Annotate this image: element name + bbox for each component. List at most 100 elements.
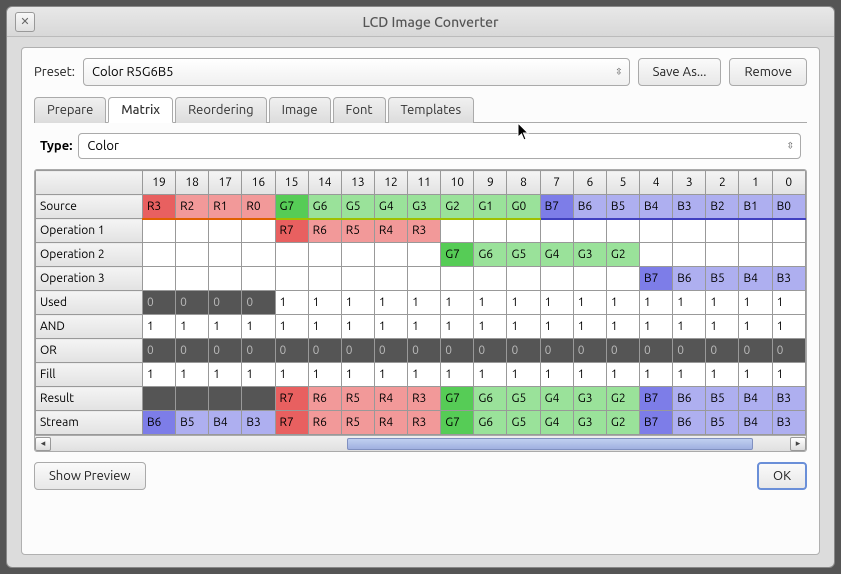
matrix-cell[interactable]: 1: [474, 363, 507, 387]
matrix-cell[interactable]: 0: [540, 339, 573, 363]
matrix-cell[interactable]: [706, 243, 739, 267]
matrix-cell[interactable]: R6: [308, 387, 341, 411]
matrix-cell[interactable]: R3: [408, 219, 441, 243]
matrix-cell[interactable]: R6: [308, 219, 341, 243]
matrix-cell[interactable]: R4: [374, 411, 407, 435]
matrix-cell[interactable]: 1: [242, 363, 275, 387]
matrix-cell[interactable]: 1: [142, 363, 175, 387]
matrix-cell[interactable]: B7: [640, 387, 673, 411]
matrix-cell[interactable]: B6: [673, 387, 706, 411]
matrix-cell[interactable]: B3: [772, 267, 805, 291]
ok-button[interactable]: OK: [757, 462, 807, 490]
matrix-cell[interactable]: 1: [275, 291, 308, 315]
preset-combo[interactable]: Color R5G6B5 ⇳: [83, 58, 630, 86]
matrix-cell[interactable]: [739, 219, 772, 243]
scroll-left-icon[interactable]: ◂: [35, 437, 51, 451]
matrix-cell[interactable]: 1: [275, 363, 308, 387]
matrix-cell[interactable]: B4: [209, 411, 242, 435]
column-header[interactable]: 18: [176, 171, 209, 195]
matrix-cell[interactable]: B7: [640, 411, 673, 435]
matrix-cell[interactable]: 1: [142, 315, 175, 339]
matrix-cell[interactable]: 0: [772, 339, 805, 363]
matrix-cell[interactable]: B5: [176, 411, 209, 435]
column-header[interactable]: 19: [142, 171, 175, 195]
matrix-cell[interactable]: 0: [142, 339, 175, 363]
matrix-cell[interactable]: G0: [507, 195, 540, 219]
matrix-cell[interactable]: G5: [507, 411, 540, 435]
matrix-cell[interactable]: G5: [507, 387, 540, 411]
matrix-cell[interactable]: R4: [374, 219, 407, 243]
matrix-cell[interactable]: 1: [474, 315, 507, 339]
matrix-cell[interactable]: [640, 219, 673, 243]
matrix-cell[interactable]: 1: [606, 363, 639, 387]
matrix-cell[interactable]: 1: [341, 291, 374, 315]
matrix-cell[interactable]: [408, 267, 441, 291]
matrix-cell[interactable]: 1: [507, 363, 540, 387]
matrix-cell[interactable]: B3: [673, 195, 706, 219]
matrix-cell[interactable]: 1: [341, 315, 374, 339]
matrix-cell[interactable]: 1: [673, 315, 706, 339]
matrix-cell[interactable]: R3: [408, 387, 441, 411]
matrix-cell[interactable]: R3: [408, 411, 441, 435]
column-header[interactable]: 0: [772, 171, 805, 195]
matrix-cell[interactable]: G4: [540, 387, 573, 411]
matrix-cell[interactable]: 1: [573, 291, 606, 315]
matrix-cell[interactable]: 1: [673, 363, 706, 387]
matrix-cell[interactable]: 1: [176, 315, 209, 339]
matrix-cell[interactable]: R5: [341, 411, 374, 435]
matrix-cell[interactable]: [242, 267, 275, 291]
matrix-cell[interactable]: 0: [242, 339, 275, 363]
matrix-cell[interactable]: R0: [242, 195, 275, 219]
matrix-cell[interactable]: 0: [242, 291, 275, 315]
matrix-cell[interactable]: B2: [706, 195, 739, 219]
matrix-cell[interactable]: [606, 267, 639, 291]
matrix-cell[interactable]: G7: [441, 411, 474, 435]
matrix-cell[interactable]: G5: [341, 195, 374, 219]
matrix-cell[interactable]: B7: [640, 267, 673, 291]
matrix-cell[interactable]: [474, 267, 507, 291]
matrix-cell[interactable]: [341, 243, 374, 267]
matrix-cell[interactable]: G4: [374, 195, 407, 219]
matrix-cell[interactable]: 0: [176, 339, 209, 363]
column-header[interactable]: 4: [640, 171, 673, 195]
matrix-cell[interactable]: [275, 267, 308, 291]
matrix-cell[interactable]: 1: [374, 315, 407, 339]
matrix-cell[interactable]: [142, 243, 175, 267]
matrix-cell[interactable]: [176, 243, 209, 267]
matrix-cell[interactable]: 1: [739, 291, 772, 315]
column-header[interactable]: 16: [242, 171, 275, 195]
column-header[interactable]: 11: [408, 171, 441, 195]
save-as-button[interactable]: Save As...: [638, 58, 722, 86]
column-header[interactable]: 7: [540, 171, 573, 195]
remove-button[interactable]: Remove: [729, 58, 807, 86]
matrix-cell[interactable]: 1: [507, 315, 540, 339]
matrix-cell[interactable]: R1: [209, 195, 242, 219]
matrix-cell[interactable]: R5: [341, 219, 374, 243]
matrix-cell[interactable]: [308, 243, 341, 267]
matrix-cell[interactable]: G3: [573, 243, 606, 267]
matrix-cell[interactable]: 0: [441, 339, 474, 363]
matrix-cell[interactable]: R3: [142, 195, 175, 219]
matrix-cell[interactable]: 1: [573, 363, 606, 387]
matrix-cell[interactable]: [673, 243, 706, 267]
row-header[interactable]: Fill: [36, 363, 143, 387]
matrix-cell[interactable]: G5: [507, 243, 540, 267]
column-header[interactable]: 8: [507, 171, 540, 195]
matrix-cell[interactable]: [142, 267, 175, 291]
matrix-cell[interactable]: [706, 219, 739, 243]
matrix-cell[interactable]: B0: [772, 195, 805, 219]
matrix-cell[interactable]: 0: [573, 339, 606, 363]
matrix-cell[interactable]: [739, 243, 772, 267]
matrix-cell[interactable]: [142, 219, 175, 243]
matrix-cell[interactable]: 1: [772, 315, 805, 339]
matrix-cell[interactable]: [772, 219, 805, 243]
matrix-cell[interactable]: [209, 387, 242, 411]
row-header[interactable]: Operation 2: [36, 243, 143, 267]
column-header[interactable]: 10: [441, 171, 474, 195]
matrix-cell[interactable]: 1: [275, 315, 308, 339]
column-header[interactable]: 6: [573, 171, 606, 195]
matrix-cell[interactable]: B6: [673, 267, 706, 291]
matrix-cell[interactable]: 1: [507, 291, 540, 315]
matrix-cell[interactable]: [573, 267, 606, 291]
matrix-cell[interactable]: B1: [739, 195, 772, 219]
